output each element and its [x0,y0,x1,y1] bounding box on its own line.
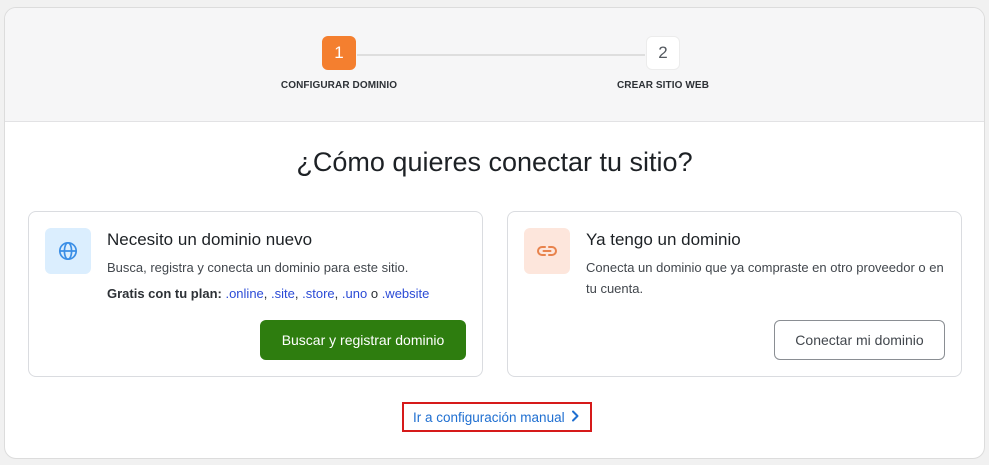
step-2-label: CREAR SITIO WEB [616,80,710,91]
page-title: ¿Cómo quieres conectar tu sitio? [296,147,693,177]
connect-my-domain-button[interactable]: Conectar mi dominio [774,320,945,360]
new-domain-description: Busca, registra y conecta un dominio par… [107,260,409,275]
existing-domain-card: Ya tengo un dominio Conecta un dominio q… [507,211,962,377]
extension-uno: .uno [341,286,368,301]
step-1-label: CONFIGURAR DOMINIO [280,80,398,91]
extension-site: .site [271,286,295,301]
extension-online: .online [225,286,264,301]
step-2-number: 2 [646,36,680,70]
separator: , [334,286,339,301]
existing-domain-description: Conecta un dominio que ya compraste en o… [586,260,944,296]
extension-website: .website [381,286,430,301]
globe-icon [45,228,91,274]
step-1-number: 1 [322,36,356,70]
existing-domain-title: Ya tengo un dominio [586,230,741,249]
free-plan-line: Gratis con tu plan: .online, .site, .sto… [107,286,429,301]
stepper: 1 2 CONFIGURAR DOMINIO CREAR SITIO WEB [5,8,984,122]
link-icon [524,228,570,274]
separator-or: o [370,286,379,301]
stepper-connector [357,54,645,56]
search-register-domain-button[interactable]: Buscar y registrar dominio [260,320,466,360]
domain-setup-panel: 1 2 CONFIGURAR DOMINIO CREAR SITIO WEB ¿… [4,7,985,459]
new-domain-card: Necesito un dominio nuevo Busca, registr… [28,211,483,377]
extension-store: .store [302,286,335,301]
chevron-right-icon [571,410,579,425]
manual-setup-link[interactable]: Ir a configuración manual [402,402,592,432]
new-domain-title: Necesito un dominio nuevo [107,230,313,249]
separator: , [263,286,268,301]
manual-setup-label: Ir a configuración manual [413,409,565,425]
free-plan-label: Gratis con tu plan: [107,286,222,301]
separator: , [294,286,299,301]
